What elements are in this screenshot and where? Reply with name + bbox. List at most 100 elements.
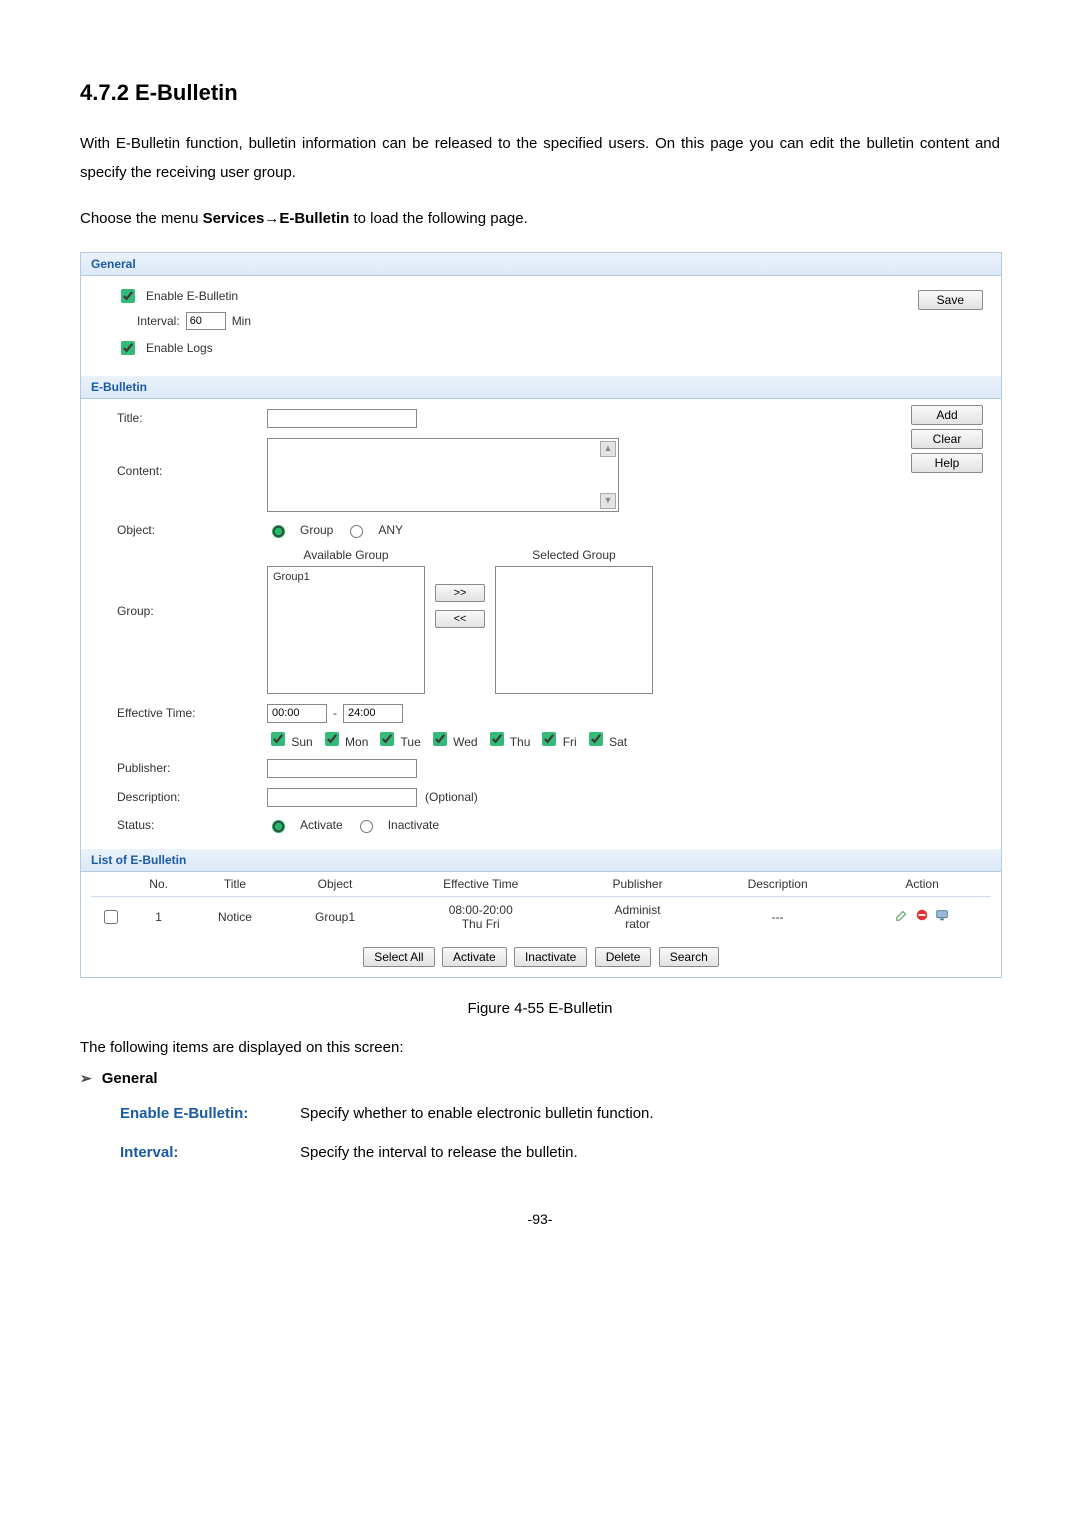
status-label: Status: — [117, 818, 267, 832]
col-object: Object — [282, 872, 389, 897]
bullet-general: ➢ General — [80, 1070, 1000, 1087]
figure-caption: Figure 4-55 E-Bulletin — [80, 1000, 1000, 1017]
search-button[interactable]: Search — [659, 947, 719, 967]
day-sun-checkbox[interactable] — [271, 732, 285, 746]
section-header-general: General — [81, 253, 1001, 276]
scroll-up-icon[interactable]: ▲ — [600, 441, 616, 457]
day-wed-label: Wed — [453, 735, 477, 749]
table-row: 1 Notice Group1 08:00-20:00 Thu Fri Admi… — [91, 896, 991, 937]
publisher-input[interactable] — [267, 759, 417, 778]
enable-logs-checkbox[interactable] — [121, 341, 135, 355]
bullet-arrow-icon: ➢ — [80, 1070, 92, 1087]
day-tue-checkbox[interactable] — [380, 732, 394, 746]
effective-time-label: Effective Time: — [117, 706, 267, 720]
def-interval-text: Specify the interval to release the bull… — [300, 1144, 578, 1161]
group-label: Group: — [117, 548, 267, 618]
view-icon[interactable] — [935, 908, 949, 922]
edit-icon[interactable] — [895, 908, 909, 922]
object-group-radio[interactable] — [272, 525, 285, 538]
optional-note: (Optional) — [425, 790, 478, 804]
row-publisher: Administ rator — [573, 896, 702, 937]
delete-icon[interactable] — [915, 908, 929, 922]
def-enable-term: Enable E-Bulletin: — [120, 1105, 300, 1122]
list-section-body: No. Title Object Effective Time Publishe… — [81, 872, 1001, 977]
time-dash: - — [333, 706, 337, 720]
time-to-input[interactable] — [343, 704, 403, 723]
status-activate-radio[interactable] — [272, 820, 285, 833]
row-effective: 08:00-20:00 Thu Fri — [388, 896, 573, 937]
description-input[interactable] — [267, 788, 417, 807]
interval-unit: Min — [232, 314, 251, 328]
status-inactivate-text: Inactivate — [388, 818, 439, 832]
page-number: -93- — [80, 1211, 1000, 1227]
title-input[interactable] — [267, 409, 417, 428]
col-action: Action — [853, 872, 991, 897]
status-inactivate-radio[interactable] — [360, 820, 373, 833]
day-fri-label: Fri — [563, 735, 577, 749]
object-group-text: Group — [300, 523, 333, 537]
day-wed-checkbox[interactable] — [433, 732, 447, 746]
bullet-general-text: General — [102, 1070, 158, 1087]
general-section-body: Save Enable E-Bulletin Interval: Min Ena… — [81, 276, 1001, 376]
col-title: Title — [188, 872, 281, 897]
day-fri-checkbox[interactable] — [542, 732, 556, 746]
section-header-list: List of E-Bulletin — [81, 849, 1001, 872]
activate-button[interactable]: Activate — [442, 947, 507, 967]
selected-group-list[interactable] — [495, 566, 653, 694]
help-button[interactable]: Help — [911, 453, 983, 473]
row-pub-line2: rator — [577, 917, 698, 931]
col-no: No. — [129, 872, 188, 897]
ebulletin-panel: General Save Enable E-Bulletin Interval:… — [80, 252, 1002, 978]
selected-group-header: Selected Group — [532, 548, 615, 562]
object-any-text: ANY — [378, 523, 403, 537]
move-left-button[interactable]: << — [435, 610, 485, 628]
menu-path-line: Choose the menu Services→E-Bulletin to l… — [80, 205, 1000, 234]
add-button[interactable]: Add — [911, 405, 983, 425]
select-all-button[interactable]: Select All — [363, 947, 434, 967]
move-right-button[interactable]: >> — [435, 584, 485, 602]
available-group-list[interactable]: Group1 — [267, 566, 425, 694]
delete-button[interactable]: Delete — [595, 947, 652, 967]
scroll-down-icon[interactable]: ▼ — [600, 493, 616, 509]
day-sun-label: Sun — [291, 735, 312, 749]
table-buttons-row: Select All Activate Inactivate Delete Se… — [91, 937, 991, 977]
row-eff-line1: 08:00-20:00 — [392, 903, 569, 917]
available-group-item[interactable]: Group1 — [271, 570, 421, 584]
row-description: --- — [702, 896, 853, 937]
save-button[interactable]: Save — [918, 290, 983, 310]
day-mon-label: Mon — [345, 735, 368, 749]
bulletin-table: No. Title Object Effective Time Publishe… — [91, 872, 991, 937]
def-interval-row: Interval: Specify the interval to releas… — [120, 1144, 1000, 1161]
time-from-input[interactable] — [267, 704, 327, 723]
def-enable-row: Enable E-Bulletin: Specify whether to en… — [120, 1105, 1000, 1122]
col-description: Description — [702, 872, 853, 897]
content-textarea[interactable]: ▲ ▼ — [267, 438, 619, 512]
object-any-radio[interactable] — [350, 525, 363, 538]
description-line: The following items are displayed on thi… — [80, 1039, 1000, 1056]
day-mon-checkbox[interactable] — [325, 732, 339, 746]
day-thu-checkbox[interactable] — [490, 732, 504, 746]
page-heading: 4.7.2 E-Bulletin — [80, 80, 1000, 106]
content-label: Content: — [117, 438, 267, 478]
day-sat-label: Sat — [609, 735, 627, 749]
enable-ebulletin-checkbox[interactable] — [121, 289, 135, 303]
day-thu-label: Thu — [510, 735, 531, 749]
inactivate-button[interactable]: Inactivate — [514, 947, 587, 967]
def-enable-text: Specify whether to enable electronic bul… — [300, 1105, 654, 1122]
col-publisher: Publisher — [573, 872, 702, 897]
menu-arrow: → — [264, 205, 279, 234]
interval-input[interactable] — [186, 312, 226, 330]
days-row: Sun Mon Tue Wed Thu Fri Sat — [267, 729, 627, 749]
row-select-checkbox[interactable] — [104, 910, 118, 924]
day-sat-checkbox[interactable] — [589, 732, 603, 746]
col-effective: Effective Time — [388, 872, 573, 897]
interval-label: Interval: — [137, 314, 180, 328]
row-object: Group1 — [282, 896, 389, 937]
status-activate-text: Activate — [300, 818, 343, 832]
enable-ebulletin-label: Enable E-Bulletin — [146, 289, 238, 303]
object-label: Object: — [117, 523, 267, 537]
menu-part2: E-Bulletin — [279, 210, 349, 227]
section-header-ebulletin: E-Bulletin — [81, 376, 1001, 399]
ebulletin-section-body: Add Clear Help Title: Content: ▲ ▼ Objec… — [81, 399, 1001, 849]
clear-button[interactable]: Clear — [911, 429, 983, 449]
